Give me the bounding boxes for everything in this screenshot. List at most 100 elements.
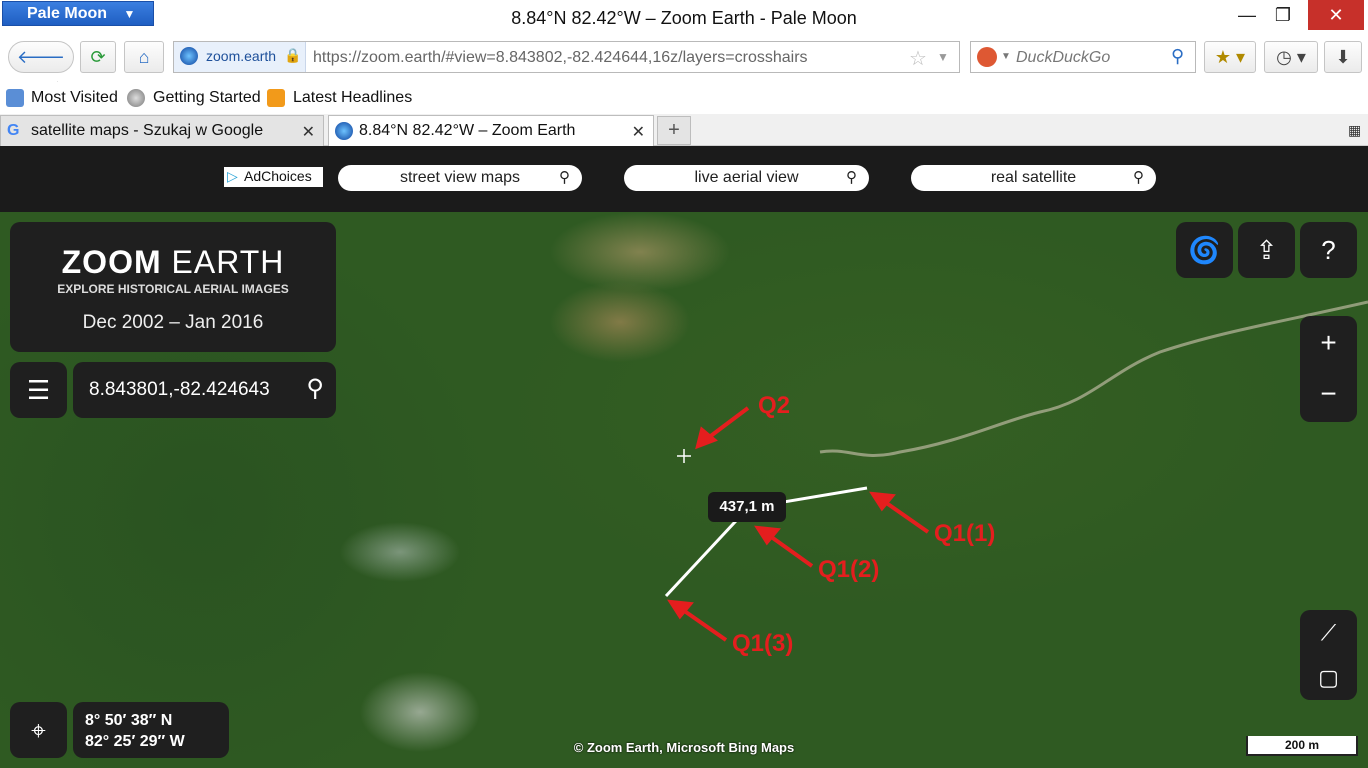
bookmark-star-icon: ★ ▾ xyxy=(1214,47,1246,67)
globe-icon xyxy=(335,122,353,140)
bookmarks-toolbar: Most Visited Getting Started Latest Head… xyxy=(0,82,1368,114)
arrow-q1-2 xyxy=(768,534,814,568)
plus-icon: + xyxy=(668,119,680,141)
close-tab-icon[interactable]: ✕ xyxy=(302,122,315,142)
ad-link-street-view-maps[interactable]: street view maps ⚲ xyxy=(338,165,582,191)
history-button[interactable]: ◷ ▾ xyxy=(1264,41,1318,73)
bookmark-folder-icon xyxy=(6,89,24,107)
date-range[interactable]: Dec 2002 – Jan 2016 xyxy=(10,312,336,334)
map-attribution: © Zoom Earth, Microsoft Bing Maps xyxy=(573,740,795,755)
ad-link-live-aerial-view[interactable]: live aerial view ⚲ xyxy=(624,165,869,191)
site-domain: zoom.earth xyxy=(206,48,277,64)
reload-button[interactable]: ⟳ xyxy=(80,41,116,73)
logo-subtitle: EXPLORE HISTORICAL AERIAL IMAGES xyxy=(57,282,289,296)
ad-link-label: real satellite xyxy=(990,169,1077,186)
help-button[interactable]: ? xyxy=(1300,222,1357,278)
measure-tools: ⟋ ▢ xyxy=(1300,610,1357,700)
download-arrow-icon: ⬇ xyxy=(1335,47,1351,67)
title-bar: Pale Moon ▼ 8.84°N 82.42°W – Zoom Earth … xyxy=(0,0,1368,38)
annotation-q1-2: Q1(2) xyxy=(818,556,880,583)
annotation-q1-3: Q1(3) xyxy=(732,630,794,657)
search-icon: ⚲ xyxy=(1133,169,1144,186)
adchoices-label: AdChoices xyxy=(244,168,312,184)
bookmark-getting-started[interactable]: Getting Started xyxy=(153,89,261,107)
google-icon: G xyxy=(7,122,20,139)
logo-title-bold: ZOOM xyxy=(61,244,162,280)
minus-icon: − xyxy=(1320,378,1337,409)
tab-bar: G satellite maps - Szukaj w Google ✕ 8.8… xyxy=(0,114,1368,146)
tab-groups-icon[interactable]: ▦ xyxy=(1348,122,1361,139)
chevron-down-icon[interactable]: ▼ xyxy=(1001,51,1011,62)
tab-label: 8.84°N 82.42°W – Zoom Earth xyxy=(359,122,576,139)
river-line xyxy=(819,300,1368,457)
globe-icon xyxy=(180,47,198,65)
search-icon[interactable]: ⚲ xyxy=(306,374,324,403)
zoom-earth-logo-panel: ZOOM EARTH EXPLORE HISTORICAL AERIAL IMA… xyxy=(10,222,336,352)
hurricane-layer-button[interactable]: 🌀 xyxy=(1176,222,1233,278)
logo-title-light: EARTH xyxy=(171,244,285,280)
arrow-q1-1 xyxy=(883,500,930,534)
adchoices-link[interactable]: ▷ AdChoices xyxy=(224,167,323,187)
measure-distance-button[interactable]: ⟋ xyxy=(1300,610,1357,655)
area-square-icon: ▢ xyxy=(1318,665,1339,690)
zoom-controls: + − xyxy=(1300,316,1357,422)
clock-icon: ◷ ▾ xyxy=(1276,47,1306,67)
annotation-q2: Q2 xyxy=(758,392,791,419)
coordinate-search-value[interactable]: 8.843801,-82.424643 xyxy=(89,379,270,400)
back-forward-buttons[interactable]: 🡐 🡒 xyxy=(8,41,74,97)
url-text[interactable]: https://zoom.earth/#view=8.843802,-82.42… xyxy=(313,49,808,67)
ad-link-label: live aerial view xyxy=(694,169,799,186)
arrowhead-q2 xyxy=(695,426,718,450)
tab-zoom-earth[interactable]: 8.84°N 82.42°W – Zoom Earth ✕ xyxy=(328,115,654,146)
help-icon: ? xyxy=(1321,235,1336,265)
ad-link-label: street view maps xyxy=(399,169,521,186)
star-icon[interactable]: ☆ xyxy=(909,46,927,71)
lock-icon: 🔒 xyxy=(284,47,302,63)
new-tab-button[interactable]: + xyxy=(657,116,691,145)
zoom-in-button[interactable]: + xyxy=(1300,316,1357,369)
tab-google-search[interactable]: G satellite maps - Szukaj w Google ✕ xyxy=(0,115,324,146)
search-icon: ⚲ xyxy=(559,169,570,186)
maximize-button[interactable]: ❐ xyxy=(1260,0,1306,30)
downloads-button[interactable]: ⬇ xyxy=(1324,41,1362,73)
close-tab-icon[interactable]: ✕ xyxy=(632,122,645,142)
share-button[interactable]: ⇪ xyxy=(1238,222,1295,278)
plus-icon: + xyxy=(1320,327,1337,358)
rss-feed-icon xyxy=(267,89,285,107)
menu-button[interactable]: ☰ xyxy=(10,362,67,418)
search-icon[interactable]: ⚲ xyxy=(1171,46,1184,67)
hurricane-icon: 🌀 xyxy=(1188,235,1221,265)
duckduckgo-icon xyxy=(977,47,997,67)
adchoices-icon: ▷ xyxy=(227,168,238,184)
home-icon: ⌂ xyxy=(138,47,150,67)
ad-link-real-satellite[interactable]: real satellite ⚲ xyxy=(911,165,1156,191)
web-page: ▷ AdChoices street view maps ⚲ live aeria… xyxy=(0,146,1368,768)
bookmarks-button[interactable]: ★ ▾ xyxy=(1204,41,1256,73)
annotation-q1-1: Q1(1) xyxy=(934,520,996,547)
search-input[interactable]: DuckDuckGo xyxy=(1016,49,1110,67)
latitude-text: 8° 50′ 38″ N xyxy=(85,712,173,729)
share-icon: ⇪ xyxy=(1255,235,1278,265)
logo-title: ZOOM EARTH xyxy=(10,244,336,281)
measure-area-button[interactable]: ▢ xyxy=(1300,655,1357,700)
home-button[interactable]: ⌂ xyxy=(124,41,164,73)
satellite-map[interactable]: 437,1 m Q2 Q1(1) Q1(2) Q1(3) ZOOM EARTH … xyxy=(0,212,1368,768)
close-button[interactable]: ✕ xyxy=(1308,0,1364,30)
distance-label: 437,1 m xyxy=(708,492,786,522)
url-bar[interactable]: zoom.earth 🔒 https://zoom.earth/#view=8.… xyxy=(173,41,960,73)
ad-bar: ▷ AdChoices street view maps ⚲ live aeria… xyxy=(0,146,1368,212)
zoom-out-button[interactable]: − xyxy=(1300,369,1357,422)
navigation-toolbar: 🡐 🡒 ⟳ ⌂ zoom.earth 🔒 https://zoom.earth/… xyxy=(0,38,1368,97)
search-bar[interactable]: ▼ DuckDuckGo ⚲ xyxy=(970,41,1196,73)
globe-icon xyxy=(127,89,145,107)
coordinate-search-field[interactable]: 8.843801,-82.424643 ⚲ xyxy=(73,362,336,418)
bookmark-latest-headlines[interactable]: Latest Headlines xyxy=(293,89,412,107)
bookmark-most-visited[interactable]: Most Visited xyxy=(31,89,118,107)
ruler-line-icon: ⟋ xyxy=(1320,620,1337,645)
scale-bar: 200 m xyxy=(1246,736,1358,756)
hamburger-icon: ☰ xyxy=(26,375,51,405)
site-identity[interactable]: zoom.earth 🔒 xyxy=(174,42,306,72)
search-icon: ⚲ xyxy=(846,169,857,186)
back-arrow-icon[interactable]: 🡐 xyxy=(17,47,65,67)
chevron-down-icon[interactable]: ▼ xyxy=(937,50,949,64)
